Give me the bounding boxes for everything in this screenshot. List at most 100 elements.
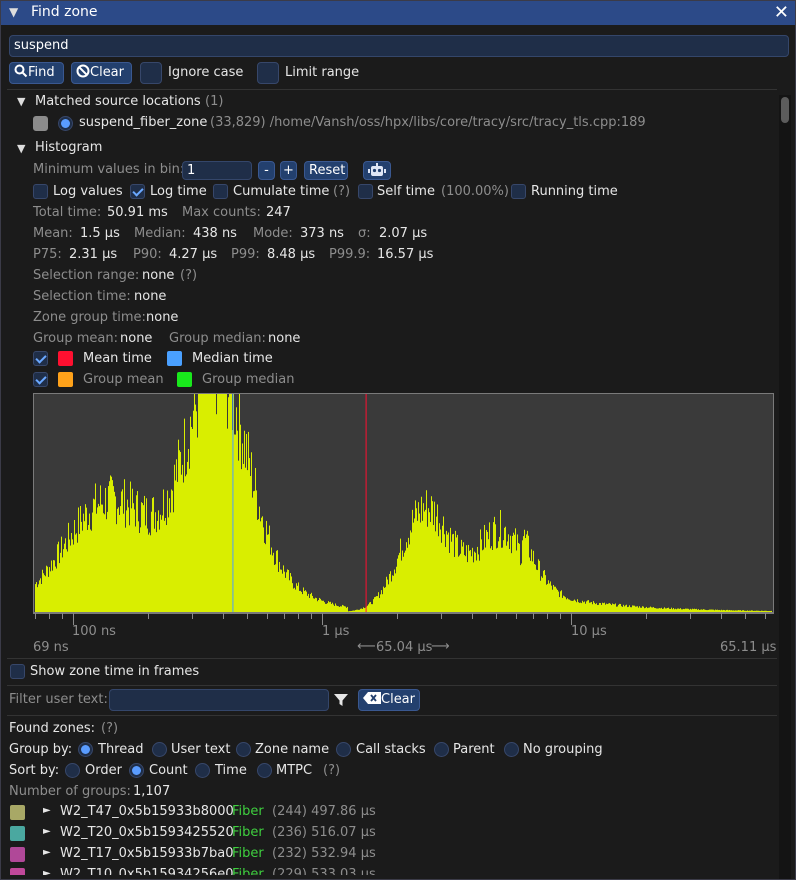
table-row[interactable]: ► W2_T20_0x5b1593425520 Fiber (236) 516.… bbox=[1, 824, 777, 845]
expand-triangle-icon[interactable]: ► bbox=[43, 847, 51, 858]
histogram-bar bbox=[161, 519, 162, 612]
histogram-bar bbox=[204, 394, 205, 612]
group-by-user-text-radio[interactable] bbox=[152, 742, 167, 757]
group-median-legend-label: Group median bbox=[202, 372, 295, 387]
sort-by-mtpc-radio[interactable] bbox=[257, 763, 272, 778]
expand-triangle-icon[interactable]: ► bbox=[43, 805, 51, 816]
histogram-bar bbox=[496, 548, 497, 612]
histogram-bar bbox=[750, 610, 751, 612]
histogram-bar bbox=[277, 550, 278, 612]
histogram-bar bbox=[144, 495, 145, 612]
clear-filter-button[interactable]: Clear bbox=[358, 689, 420, 711]
self-time-checkbox[interactable] bbox=[358, 184, 373, 199]
histogram-header[interactable]: Histogram bbox=[35, 140, 102, 155]
histogram-bar bbox=[705, 609, 706, 612]
histogram-bar bbox=[526, 534, 527, 612]
expand-triangle-icon[interactable]: ► bbox=[43, 868, 51, 875]
histogram-bar bbox=[726, 609, 727, 612]
collapse-triangle-icon[interactable]: ▼ bbox=[9, 5, 18, 19]
find-button[interactable]: Find bbox=[9, 62, 64, 84]
expand-triangle-icon[interactable]: ► bbox=[43, 826, 51, 837]
group-by-thread-radio[interactable] bbox=[78, 742, 93, 757]
histogram-bar bbox=[287, 569, 288, 612]
table-row[interactable]: ► W2_T47_0x5b15933b8000 Fiber (244) 497.… bbox=[1, 803, 777, 824]
thread-color-swatch bbox=[10, 826, 25, 841]
group-by-call-stacks-radio[interactable] bbox=[336, 742, 351, 757]
sort-by-count-radio[interactable] bbox=[129, 763, 144, 778]
matched-toggle-icon[interactable]: ▼ bbox=[17, 95, 25, 108]
show-group-stats-checkbox[interactable] bbox=[33, 372, 48, 387]
histogram-toggle-icon[interactable]: ▼ bbox=[17, 142, 25, 155]
ignore-case-checkbox[interactable] bbox=[140, 62, 162, 84]
sort-by-order-radio[interactable] bbox=[65, 763, 80, 778]
found-zones-help[interactable]: (?) bbox=[101, 721, 118, 736]
limit-range-checkbox[interactable] bbox=[257, 62, 279, 84]
histogram-chart[interactable] bbox=[33, 393, 774, 613]
histogram-bar bbox=[747, 610, 748, 612]
selection-help[interactable]: (?) bbox=[180, 268, 197, 283]
histogram-bar bbox=[88, 525, 89, 612]
min-bin-input[interactable]: 1 bbox=[182, 161, 252, 180]
search-input[interactable]: suspend bbox=[9, 35, 789, 57]
running-time-checkbox[interactable] bbox=[511, 184, 526, 199]
histogram-bar bbox=[731, 610, 732, 612]
histogram-bar bbox=[330, 601, 331, 612]
cumulate-time-checkbox[interactable] bbox=[213, 184, 228, 199]
histogram-bar bbox=[393, 575, 394, 612]
matched-header[interactable]: Matched source locations bbox=[35, 94, 201, 109]
matched-item-radio[interactable] bbox=[58, 116, 73, 131]
increment-button[interactable]: + bbox=[280, 161, 297, 180]
histogram-bar bbox=[514, 534, 515, 612]
histogram-bar bbox=[558, 591, 559, 612]
histogram-bar bbox=[309, 597, 310, 612]
show-zone-time-in-frames-checkbox[interactable] bbox=[10, 664, 25, 679]
title-bar[interactable]: ▼ Find zone ✕ bbox=[1, 1, 795, 25]
matched-item-name[interactable]: suspend_fiber_zone bbox=[79, 115, 207, 130]
histogram-bar bbox=[202, 394, 203, 612]
histogram-bar bbox=[622, 606, 623, 612]
histogram-bar bbox=[542, 577, 543, 612]
histogram-bar bbox=[93, 498, 94, 612]
histogram-bar bbox=[497, 547, 498, 612]
log-time-checkbox[interactable] bbox=[130, 184, 145, 199]
group-by-no-grouping-radio[interactable] bbox=[504, 742, 519, 757]
histogram-bar bbox=[163, 489, 164, 612]
histogram-bar bbox=[100, 485, 101, 612]
decrement-button[interactable]: - bbox=[258, 161, 275, 180]
histogram-bar bbox=[271, 547, 272, 612]
histogram-bar bbox=[554, 586, 555, 612]
table-row[interactable]: ► W2_T17_0x5b15933b7ba0 Fiber (232) 532.… bbox=[1, 845, 777, 866]
sort-help[interactable]: (?) bbox=[323, 763, 340, 778]
histogram-bar bbox=[603, 603, 604, 612]
reset-button[interactable]: Reset bbox=[304, 161, 348, 180]
log-values-checkbox[interactable] bbox=[33, 184, 48, 199]
histogram-bar bbox=[512, 535, 513, 612]
histogram-bar bbox=[588, 600, 589, 612]
vertical-scrollbar[interactable] bbox=[779, 95, 791, 879]
histogram-bar bbox=[159, 529, 160, 612]
robot-button[interactable] bbox=[363, 161, 391, 180]
matched-item-checkbox[interactable] bbox=[33, 116, 48, 131]
show-mean-median-checkbox[interactable] bbox=[33, 351, 48, 366]
median-value: 438 ns bbox=[193, 226, 237, 241]
histogram-bar bbox=[641, 607, 642, 612]
group-by-parent-radio[interactable] bbox=[434, 742, 449, 757]
cumulate-help[interactable]: (?) bbox=[333, 184, 350, 199]
close-icon[interactable]: ✕ bbox=[774, 2, 789, 23]
histogram-bar bbox=[298, 582, 299, 612]
histogram-bar bbox=[494, 516, 495, 612]
filter-user-text-input[interactable] bbox=[109, 689, 329, 711]
histogram-bar bbox=[37, 587, 38, 612]
histogram-bar bbox=[191, 426, 192, 612]
scrollbar-thumb[interactable] bbox=[781, 97, 789, 123]
ignore-case-label: Ignore case bbox=[168, 65, 244, 80]
sort-by-time-radio[interactable] bbox=[195, 763, 210, 778]
histogram-bar bbox=[422, 520, 423, 612]
group-by-zone-name-radio[interactable] bbox=[236, 742, 251, 757]
table-row[interactable]: ► W2_T10_0x5b15934256e0 Fiber (229) 533.… bbox=[1, 866, 777, 875]
histogram-bar bbox=[108, 486, 109, 612]
histogram-bar bbox=[466, 545, 467, 612]
sort-by-mtpc-label: MTPC bbox=[276, 763, 313, 778]
histogram-bar bbox=[767, 611, 768, 612]
clear-search-button[interactable]: Clear bbox=[71, 62, 132, 84]
